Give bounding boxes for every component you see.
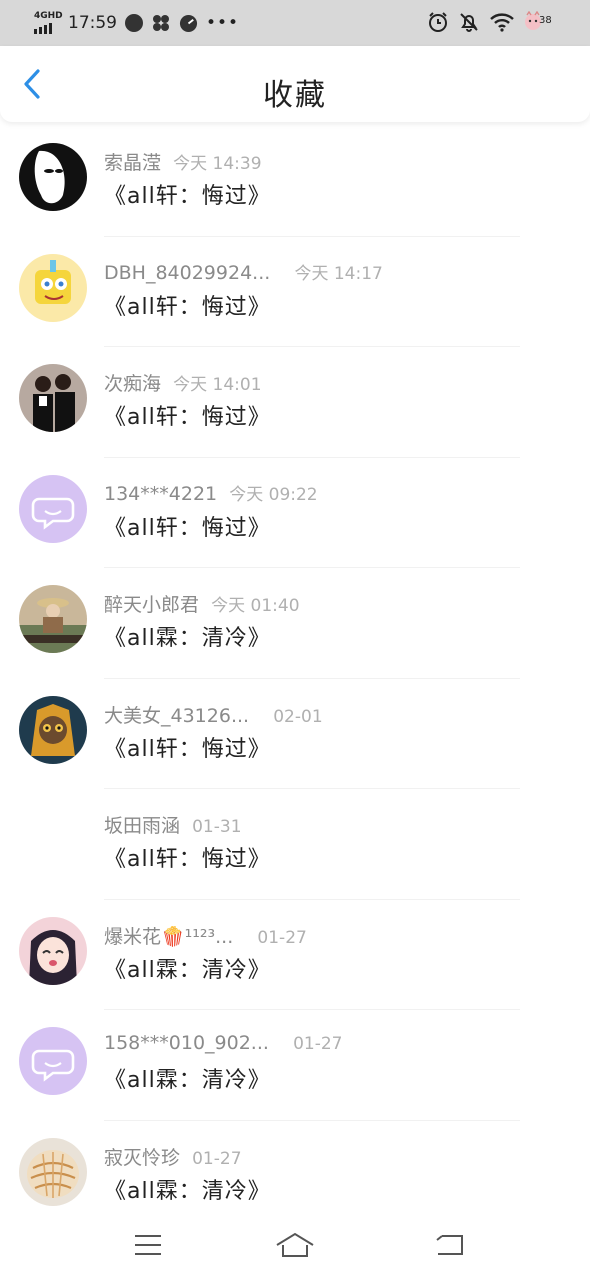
user-line: DBH_84029924... 今天 14:17 bbox=[104, 259, 383, 284]
status-bar: 4GHD 17:59 ••• 38 bbox=[0, 0, 590, 46]
gauge-app-icon bbox=[179, 14, 198, 32]
user-line: 寂灭怜珍 01-27 bbox=[104, 1143, 242, 1170]
timestamp: 今天 14:17 bbox=[294, 263, 383, 284]
favorite-title[interactable]: 《all轩：悔过》 bbox=[104, 841, 271, 873]
avatar[interactable] bbox=[19, 585, 87, 653]
timestamp: 今天 01:40 bbox=[211, 596, 300, 616]
list-item[interactable]: 醉天小郎君 今天 01:40 《all霖：清冷》 bbox=[0, 568, 590, 679]
list-item[interactable]: 索晶滢 今天 14:39 《all轩：悔过》 bbox=[0, 126, 590, 237]
user-name[interactable]: 134***4221 bbox=[104, 483, 217, 505]
user-line: 索晶滢 今天 14:39 bbox=[104, 148, 262, 175]
favorite-title[interactable]: 《all霖：清冷》 bbox=[104, 1062, 271, 1094]
avatar[interactable] bbox=[19, 364, 87, 432]
avatar[interactable] bbox=[19, 253, 87, 322]
avatar[interactable] bbox=[19, 916, 87, 985]
back-nav-button[interactable] bbox=[430, 1228, 470, 1262]
timestamp: 01-27 bbox=[257, 927, 307, 948]
user-name[interactable]: 寂灭怜珍 bbox=[104, 1147, 180, 1169]
user-line: 坂田雨涵 01-31 bbox=[104, 811, 242, 838]
user-name[interactable]: 158***010_902... bbox=[104, 1032, 269, 1054]
user-name[interactable]: 次痴海 bbox=[104, 373, 161, 395]
avatar[interactable] bbox=[19, 1137, 87, 1206]
fan-app-icon bbox=[153, 15, 169, 31]
home-button[interactable] bbox=[275, 1228, 315, 1262]
page-title: 收藏 bbox=[263, 78, 327, 113]
menu-button[interactable] bbox=[128, 1228, 168, 1262]
favorite-title[interactable]: 《all轩：悔过》 bbox=[104, 399, 271, 431]
user-name[interactable]: 大美女_43126... bbox=[104, 705, 249, 727]
list-item[interactable]: 158***010_902... 01-27 《all霖：清冷》 bbox=[0, 1010, 590, 1121]
user-name[interactable]: 坂田雨涵 bbox=[104, 815, 180, 837]
user-name[interactable]: 爆米花🍿¹¹²³... bbox=[104, 926, 233, 948]
home-icon bbox=[276, 1232, 314, 1257]
more-notifications-icon: ••• bbox=[206, 13, 240, 33]
user-name[interactable]: 醉天小郎君 bbox=[104, 594, 199, 616]
favorite-title[interactable]: 《all轩：悔过》 bbox=[104, 289, 271, 321]
list-item[interactable]: 134***4221 今天 09:22 《all轩：悔过》 bbox=[0, 458, 590, 568]
mute-bell-icon bbox=[460, 13, 478, 32]
user-line: 大美女_43126... 02-01 bbox=[104, 701, 323, 728]
favorites-list: 索晶滢 今天 14:39 《all轩：悔过》 DBH_84029924... 今… bbox=[0, 126, 590, 1231]
timestamp: 01-31 bbox=[192, 817, 242, 837]
timestamp: 01-27 bbox=[293, 1034, 343, 1054]
favorite-title[interactable]: 《all轩：悔过》 bbox=[104, 510, 271, 542]
favorite-title[interactable]: 《all霖：清冷》 bbox=[104, 952, 271, 984]
favorite-title[interactable]: 《all轩：悔过》 bbox=[104, 178, 271, 210]
list-item[interactable]: 次痴海 今天 14:01 《all轩：悔过》 bbox=[0, 347, 590, 458]
user-name[interactable]: DBH_84029924... bbox=[104, 262, 270, 284]
timestamp: 今天 14:01 bbox=[173, 375, 262, 395]
list-item[interactable]: DBH_84029924... 今天 14:17 《all轩：悔过》 bbox=[0, 237, 590, 347]
avatar[interactable] bbox=[19, 1027, 87, 1095]
timestamp: 今天 14:39 bbox=[173, 154, 262, 174]
clock: 17:59 bbox=[68, 13, 117, 33]
user-line: 醉天小郎君 今天 01:40 bbox=[104, 590, 300, 617]
list-item[interactable]: 爆米花🍿¹¹²³... 01-27 《all霖：清冷》 bbox=[0, 900, 590, 1010]
user-line: 134***4221 今天 09:22 bbox=[104, 480, 318, 505]
alarm-icon bbox=[429, 12, 447, 32]
timestamp: 02-01 bbox=[273, 706, 323, 727]
user-name[interactable]: 索晶滢 bbox=[104, 152, 161, 174]
notification-app-icon bbox=[125, 14, 143, 32]
list-item[interactable]: 大美女_43126... 02-01 《all轩：悔过》 bbox=[0, 679, 590, 789]
favorite-title[interactable]: 《all轩：悔过》 bbox=[104, 731, 271, 763]
return-icon bbox=[436, 1235, 463, 1255]
favorite-title[interactable]: 《all霖：清冷》 bbox=[104, 620, 271, 652]
user-line: 158***010_902... 01-27 bbox=[104, 1032, 343, 1054]
avatar[interactable] bbox=[19, 474, 87, 543]
cellular-signal-icon: 4GHD bbox=[34, 11, 63, 34]
avatar[interactable] bbox=[19, 143, 87, 211]
menu-icon bbox=[135, 1235, 161, 1255]
header: 收藏 bbox=[0, 46, 590, 122]
list-item[interactable]: 坂田雨涵 01-31 《all轩：悔过》 bbox=[0, 789, 590, 900]
wifi-icon bbox=[490, 13, 514, 32]
user-line: 爆米花🍿¹¹²³... 01-27 bbox=[104, 922, 307, 949]
favorite-title[interactable]: 《all霖：清冷》 bbox=[104, 1173, 271, 1205]
user-line: 次痴海 今天 14:01 bbox=[104, 369, 262, 396]
battery-icon: 38 bbox=[524, 10, 558, 33]
system-nav-bar bbox=[0, 1212, 590, 1280]
timestamp: 今天 09:22 bbox=[229, 484, 318, 505]
avatar[interactable] bbox=[19, 695, 87, 764]
timestamp: 01-27 bbox=[192, 1148, 242, 1169]
